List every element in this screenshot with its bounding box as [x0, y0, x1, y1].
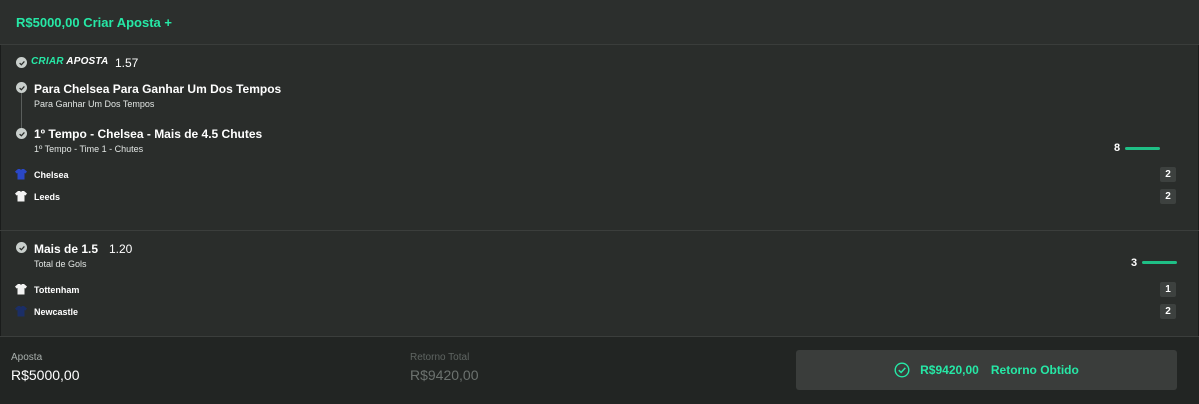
- return-amount: R$9420,00: [920, 363, 979, 377]
- bet-header[interactable]: R$5000,00 Criar Aposta +: [0, 0, 1199, 45]
- selection-title: Para Chelsea Para Ganhar Um Dos Tempos: [34, 82, 282, 96]
- stake-value: R$5000,00: [11, 367, 80, 383]
- bet-header-title[interactable]: R$5000,00 Criar Aposta +: [16, 15, 172, 30]
- team-score: 2: [1160, 167, 1176, 182]
- team-name: Newcastle: [34, 307, 79, 317]
- stat-value: 8: [1114, 142, 1121, 154]
- check-circle-icon: [16, 128, 27, 139]
- jersey-icon: [15, 191, 27, 202]
- team-name: Tottenham: [34, 285, 80, 295]
- jersey-icon: [15, 306, 27, 317]
- selection-title: Mais de 1.5: [34, 242, 99, 256]
- jersey-icon: [15, 169, 27, 180]
- stat-progress-bar: [1142, 261, 1177, 264]
- criar-badge-part1: CRIAR: [31, 56, 64, 67]
- check-circle-icon: [16, 82, 27, 93]
- team-score: 2: [1160, 189, 1176, 204]
- team-score: 2: [1160, 304, 1176, 319]
- team-score: 1: [1160, 282, 1176, 297]
- return-label: Retorno Obtido: [990, 363, 1079, 377]
- team-name: Chelsea: [34, 170, 69, 180]
- stake-label: Aposta: [11, 352, 43, 363]
- team-name: Leeds: [34, 192, 61, 202]
- stat-value: 3: [1131, 257, 1138, 269]
- total-return-label: Retorno Total: [410, 352, 470, 363]
- divider: [0, 230, 1199, 231]
- selection-connector-line: [21, 92, 22, 132]
- jersey-icon: [15, 284, 27, 295]
- selection-subtitle: Para Ganhar Um Dos Tempos: [34, 99, 155, 109]
- check-circle-icon: [16, 57, 27, 68]
- selection-subtitle: Total de Gols: [34, 259, 87, 269]
- builder-odds: 1.57: [115, 56, 139, 70]
- selection-title: 1º Tempo - Chelsea - Mais de 4.5 Chutes: [34, 127, 263, 141]
- stat-progress-bar: [1125, 147, 1160, 150]
- selection-subtitle: 1º Tempo - Time 1 - Chutes: [34, 144, 144, 154]
- check-circle-outline-icon: [894, 362, 910, 378]
- return-obtained-button[interactable]: R$9420,00 Retorno Obtido: [796, 350, 1177, 390]
- total-return-value: R$9420,00: [410, 367, 479, 383]
- check-circle-icon: [16, 242, 27, 253]
- single-odds: 1.20: [109, 242, 133, 256]
- criar-badge-part2: APOSTA: [66, 56, 109, 67]
- criar-aposta-badge: CRIAR APOSTA: [31, 56, 108, 67]
